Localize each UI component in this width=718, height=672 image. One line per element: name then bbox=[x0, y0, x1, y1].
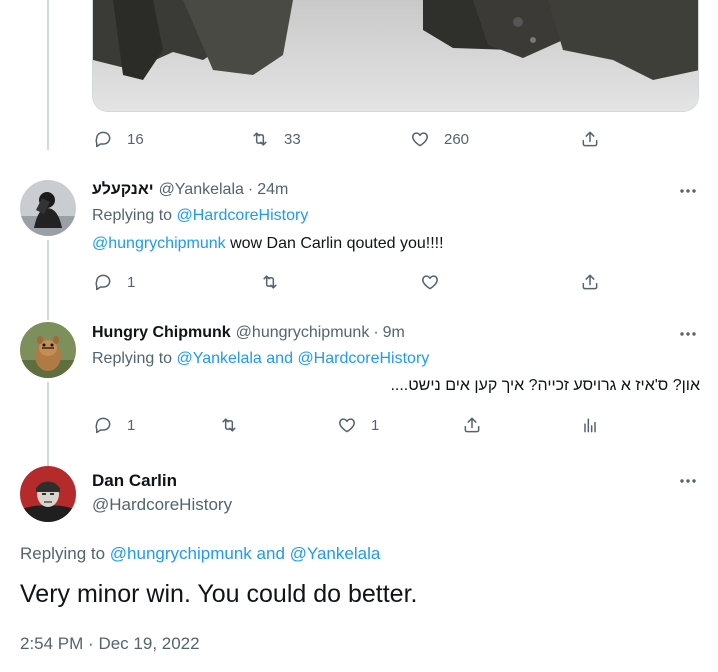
separator-dot: · bbox=[88, 634, 94, 653]
timestamp[interactable]: 9m bbox=[383, 324, 405, 342]
share-icon bbox=[582, 274, 598, 290]
user-handle[interactable]: @HardcoreHistory bbox=[92, 495, 232, 515]
like-button[interactable]: 1 bbox=[337, 415, 379, 435]
retweet-icon bbox=[253, 132, 267, 146]
thread-line bbox=[47, 240, 49, 320]
user-handle[interactable]: @Yankelala bbox=[159, 181, 244, 199]
thread-line bbox=[47, 382, 49, 466]
mention-link[interactable]: @Yankelala bbox=[290, 544, 381, 563]
analytics-button[interactable] bbox=[580, 415, 600, 435]
avatar[interactable] bbox=[20, 466, 76, 522]
retweet-icon bbox=[222, 418, 236, 432]
and-connector: and bbox=[256, 544, 285, 563]
reply-button[interactable]: 1 bbox=[93, 272, 135, 292]
reply-button[interactable]: 1 bbox=[93, 415, 135, 435]
replying-label: Replying to bbox=[92, 350, 173, 367]
more-options-button[interactable] bbox=[678, 181, 698, 201]
display-name[interactable]: יאנקעלע bbox=[92, 181, 154, 199]
tweet-date[interactable]: Dec 19, 2022 bbox=[98, 634, 199, 653]
tweet-header: יאנקעלע @Yankelala · 24m bbox=[92, 181, 288, 199]
tweet-text-body: wow Dan Carlin qouted you!!!! bbox=[225, 235, 444, 252]
and-connector: and bbox=[266, 350, 293, 367]
tweet-media-image[interactable] bbox=[92, 0, 699, 112]
display-name[interactable]: Dan Carlin bbox=[92, 471, 177, 491]
separator-dot: · bbox=[247, 181, 254, 198]
share-button[interactable] bbox=[580, 272, 600, 292]
tweet-header: Hungry Chipmunk @hungrychipmunk · 9m bbox=[92, 324, 405, 342]
mention-link[interactable]: @HardcoreHistory bbox=[297, 350, 429, 367]
thread-line bbox=[47, 0, 49, 150]
share-button[interactable] bbox=[462, 415, 482, 435]
more-icon bbox=[680, 332, 696, 336]
mention-link[interactable]: @Yankelala bbox=[177, 350, 262, 367]
display-name[interactable]: Hungry Chipmunk bbox=[92, 324, 231, 342]
tweet-text: און? ס'איז א גרויסע זכייה? איך קען אים נ… bbox=[390, 377, 700, 394]
more-options-button[interactable] bbox=[678, 471, 698, 491]
reply-icon bbox=[95, 417, 111, 434]
share-icon bbox=[464, 417, 480, 433]
more-icon bbox=[680, 189, 696, 193]
reply-icon bbox=[95, 274, 111, 291]
replying-to-line: Replying to @hungrychipmunk and @Yankela… bbox=[20, 544, 380, 564]
tweet-text: Very minor win. You could do better. bbox=[20, 580, 418, 608]
retweet-button[interactable] bbox=[260, 272, 280, 292]
heart-icon bbox=[422, 275, 438, 290]
heart-icon bbox=[412, 132, 428, 147]
retweet-icon bbox=[263, 275, 277, 289]
reply-count: 1 bbox=[127, 416, 136, 434]
reply-count: 16 bbox=[127, 130, 144, 148]
share-icon bbox=[582, 131, 598, 147]
reply-icon bbox=[95, 131, 111, 148]
avatar[interactable] bbox=[20, 180, 76, 236]
more-icon bbox=[680, 479, 696, 483]
avatar[interactable] bbox=[20, 322, 76, 378]
retweet-button[interactable] bbox=[219, 415, 239, 435]
like-button[interactable] bbox=[420, 272, 440, 292]
tweet-timestamp: 2:54 PM · Dec 19, 2022 bbox=[20, 634, 200, 654]
mention-link[interactable]: @hungrychipmunk bbox=[92, 235, 226, 252]
replying-label: Replying to bbox=[20, 544, 106, 563]
like-count: 1 bbox=[371, 416, 380, 434]
heart-icon bbox=[339, 418, 355, 433]
mention-link[interactable]: @HardcoreHistory bbox=[177, 207, 309, 224]
timestamp[interactable]: 24m bbox=[257, 181, 288, 199]
analytics-icon bbox=[584, 418, 596, 433]
retweet-count: 33 bbox=[284, 130, 301, 148]
separator-dot: · bbox=[373, 324, 379, 341]
user-handle[interactable]: @hungrychipmunk bbox=[236, 324, 370, 342]
replying-label: Replying to bbox=[92, 207, 173, 224]
retweet-button[interactable]: 33 bbox=[250, 129, 301, 149]
replying-to-line: Replying to @Yankelala and @HardcoreHist… bbox=[92, 350, 429, 368]
more-options-button[interactable] bbox=[678, 324, 698, 344]
like-count: 260 bbox=[444, 130, 470, 148]
reply-count: 1 bbox=[127, 273, 136, 291]
share-button[interactable] bbox=[580, 129, 600, 149]
tweet-text: @hungrychipmunk wow Dan Carlin qouted yo… bbox=[92, 235, 444, 253]
replying-to-line: Replying to @HardcoreHistory bbox=[92, 207, 308, 225]
mention-link[interactable]: @hungrychipmunk bbox=[110, 544, 252, 563]
tweet-time[interactable]: 2:54 PM bbox=[20, 634, 83, 653]
reply-button[interactable]: 16 bbox=[93, 129, 144, 149]
like-button[interactable]: 260 bbox=[410, 129, 469, 149]
